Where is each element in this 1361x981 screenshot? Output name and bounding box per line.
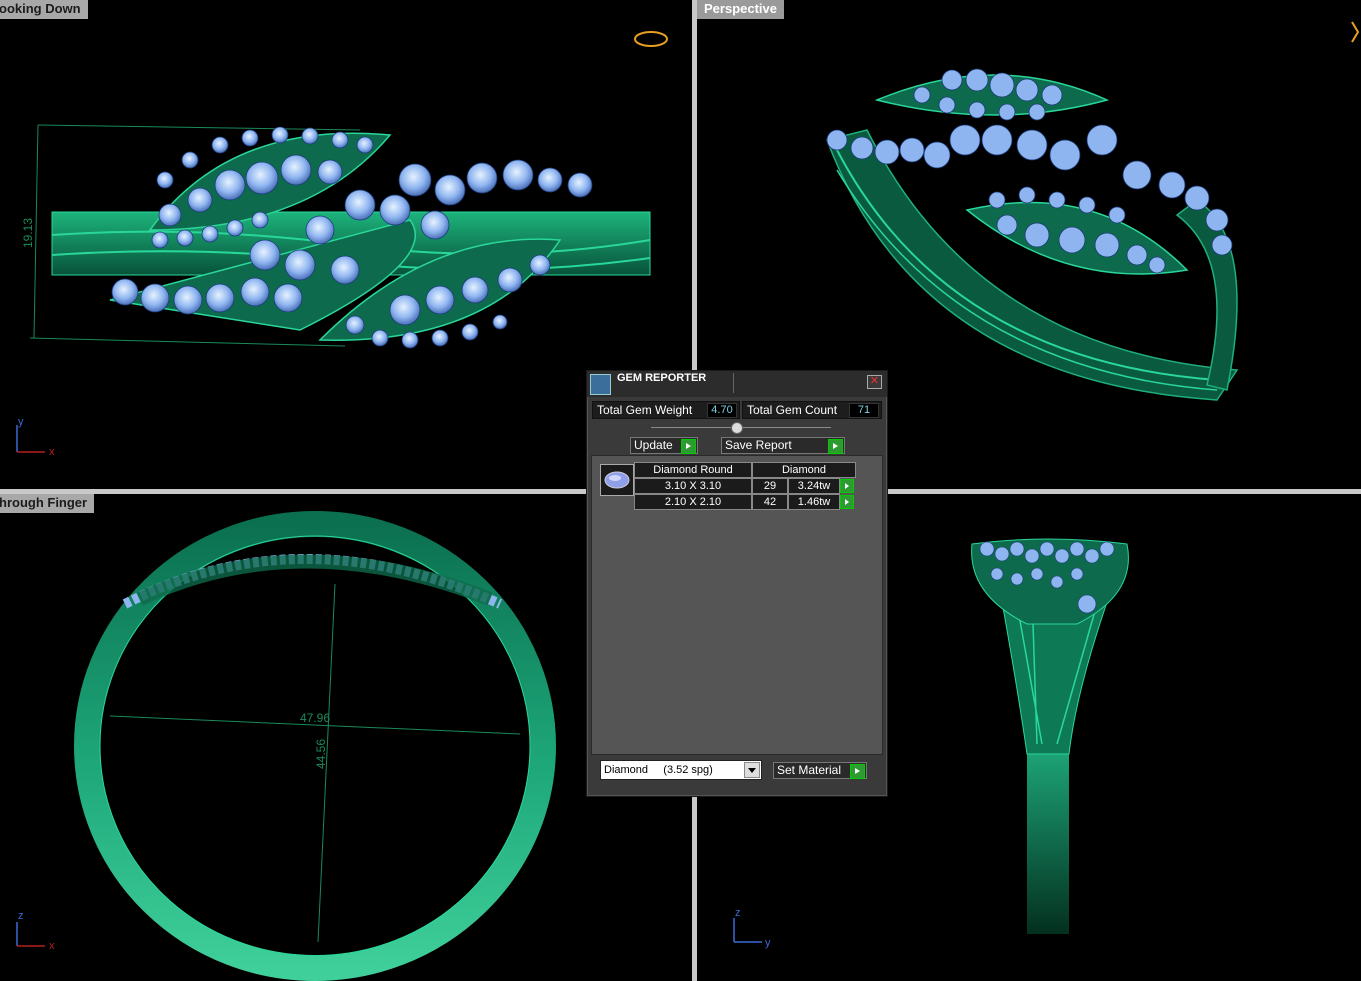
gem-row-count: 29 [752,478,788,494]
dimension-depth: 44.56 [314,739,328,769]
save-report-button[interactable]: Save Report [721,437,845,454]
total-gem-weight-value: 4.70 [707,403,737,418]
view-cube-icon [1351,21,1360,43]
row-select-icon[interactable] [840,479,854,493]
total-gem-count-value: 71 [849,403,879,418]
round-diamond-icon[interactable] [600,464,634,496]
row-select-icon[interactable] [840,495,854,509]
gem-reporter-panel: GEM REPORTER ✕ Total Gem Weight 4.70 Tot… [586,370,888,797]
panel-title: GEM REPORTER [617,372,707,384]
header-material: Diamond [752,462,856,478]
total-gem-count-field: Total Gem Count 71 [742,401,882,419]
set-material-button[interactable]: Set Material [773,762,867,779]
play-icon [828,439,843,454]
header-cut: Diamond Round [634,462,752,478]
gem-reporter-icon [590,374,611,395]
play-icon [850,764,865,779]
gem-row-size[interactable]: 2.10 X 2.10 [634,494,752,510]
dimension-height: 19.13 [21,218,35,248]
svg-text:z: z [735,907,741,919]
update-button[interactable]: Update [630,437,698,454]
viewport-title-looking-down[interactable]: ooking Down [0,0,88,19]
svg-text:z: z [18,910,24,922]
gem-row-count: 42 [752,494,788,510]
gem-row-weight: 1.46tw [788,494,840,510]
gem-row-size[interactable]: 3.10 X 3.10 [634,478,752,494]
viewport-title-perspective[interactable]: Perspective [697,0,784,19]
panel-title-bar[interactable]: GEM REPORTER ✕ [587,371,887,397]
close-icon[interactable]: ✕ [867,375,882,389]
total-gem-weight-field: Total Gem Weight 4.70 [592,401,740,419]
svg-text:x: x [49,940,55,952]
gem-row-weight: 3.24tw [788,478,840,494]
viewport-title-through-finger[interactable]: hrough Finger [0,494,95,513]
gem-list[interactable]: Diamond Round Diamond 3.10 X 3.10 29 3.2… [591,455,883,755]
svg-text:y: y [18,416,24,428]
view-cube-icon [634,31,668,47]
dimension-width: 47.96 [300,711,330,725]
slider-handle[interactable] [731,422,743,434]
svg-text:y: y [765,937,771,949]
material-select[interactable]: Diamond (3.52 spg) [600,760,762,780]
svg-text:x: x [49,446,55,458]
play-icon [681,439,696,454]
chevron-down-icon[interactable] [744,762,760,778]
